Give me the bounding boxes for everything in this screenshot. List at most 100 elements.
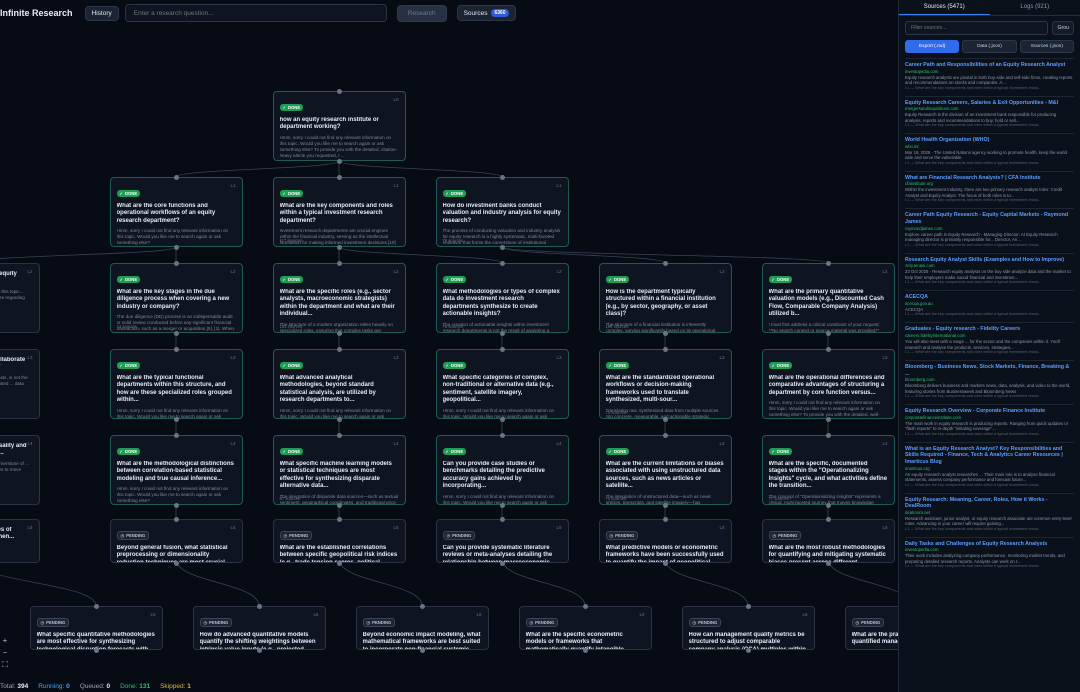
node-handle[interactable] bbox=[173, 416, 179, 422]
node-handle[interactable] bbox=[662, 346, 668, 352]
source-item[interactable]: Daily Tasks and Challenges of Equity Res… bbox=[905, 536, 1074, 574]
node-handle[interactable] bbox=[173, 432, 179, 438]
filter-sources-input[interactable] bbox=[905, 21, 1049, 35]
research-node[interactable]: ✓ DONE L1 What are the core functions and o… bbox=[109, 177, 243, 247]
node-handle[interactable] bbox=[745, 603, 751, 609]
research-node[interactable]: ◷ PENDING L5 What predictive models or econ… bbox=[598, 519, 732, 563]
node-handle[interactable] bbox=[173, 346, 179, 352]
source-item[interactable]: Equity Research Overview - Corporate Fin… bbox=[905, 404, 1074, 441]
node-handle[interactable] bbox=[336, 88, 342, 94]
group-select[interactable]: Grou bbox=[1052, 21, 1074, 35]
node-handle[interactable] bbox=[499, 330, 505, 336]
research-node[interactable]: ✓ DONE L0 how an equity research institute … bbox=[272, 91, 406, 161]
node-handle[interactable] bbox=[173, 560, 179, 566]
node-handle[interactable] bbox=[173, 260, 179, 266]
node-handle[interactable] bbox=[499, 244, 505, 250]
node-handle[interactable] bbox=[662, 560, 668, 566]
research-node[interactable]: ◷PENDINGL6What are the prac necessary as… bbox=[844, 606, 898, 650]
node-handle[interactable] bbox=[173, 174, 179, 180]
source-title-link[interactable]: Equity Research: Meaning, Career, Roles,… bbox=[905, 497, 1074, 510]
source-item[interactable]: What are Financial Research Analysts? | … bbox=[905, 170, 1074, 208]
sources-button[interactable]: Sources 6360 bbox=[456, 5, 516, 21]
graph-canvas[interactable]: ✓ DONE L0 how an equity research institute … bbox=[0, 26, 898, 666]
source-item[interactable]: Equity Research Careers, Salaries & Exit… bbox=[905, 95, 1074, 133]
node-handle[interactable] bbox=[662, 330, 668, 336]
history-button[interactable]: History bbox=[84, 5, 119, 21]
node-handle[interactable] bbox=[336, 174, 342, 180]
research-node[interactable]: ✓ DONE L4 Can you provide case studies or b… bbox=[435, 435, 569, 505]
node-handle[interactable] bbox=[825, 432, 831, 438]
research-node[interactable]: ◷ PENDING L6 What specific quantitative met… bbox=[29, 606, 163, 650]
node-handle[interactable] bbox=[825, 560, 831, 566]
research-node[interactable]: ◷ PENDING L5 Can you provide systematic lit… bbox=[435, 519, 569, 563]
node-handle[interactable] bbox=[93, 647, 99, 653]
research-node[interactable]: ✓ DONE L3 What are the operational differen… bbox=[761, 349, 895, 419]
node-handle[interactable] bbox=[336, 516, 342, 522]
source-item[interactable]: Equity Research: Meaning, Career, Roles,… bbox=[905, 492, 1074, 536]
node-handle[interactable] bbox=[499, 346, 505, 352]
source-item[interactable]: Research Equity Analyst Skills (Examples… bbox=[905, 252, 1074, 290]
node-handle[interactable] bbox=[825, 516, 831, 522]
research-node[interactable]: ◷ PENDING L6 How can management quality met… bbox=[681, 606, 815, 650]
research-node[interactable]: ✓ DONE L2 How is the department typically s… bbox=[598, 263, 732, 333]
node-handle[interactable] bbox=[825, 502, 831, 508]
research-node[interactable]: ✓ DONE L2 What are the specific roles (e.g.… bbox=[272, 263, 406, 333]
source-item[interactable]: Career Path and Responsibilities of an E… bbox=[905, 58, 1074, 95]
node-handle[interactable] bbox=[662, 502, 668, 508]
source-item[interactable]: Career Path Equity Research - Equity Cap… bbox=[905, 208, 1074, 251]
research-node[interactable]: ✓ DONE L3 What are the standardized operati… bbox=[598, 349, 732, 419]
node-handle[interactable] bbox=[419, 647, 425, 653]
node-handle[interactable] bbox=[499, 502, 505, 508]
source-title-link[interactable]: Graduates - Equity research - Fidelity C… bbox=[905, 326, 1074, 333]
research-node[interactable]: ✓ DONE L2 What are the primary quantitative… bbox=[761, 263, 895, 333]
research-node[interactable]: ✓ DONE L4 What specific machine learning mo… bbox=[272, 435, 406, 505]
source-title-link[interactable]: Research Equity Analyst Skills (Examples… bbox=[905, 257, 1074, 264]
source-title-link[interactable]: ACECQA bbox=[905, 294, 1074, 301]
node-handle[interactable] bbox=[173, 516, 179, 522]
node-handle[interactable] bbox=[336, 244, 342, 250]
source-item[interactable]: World Health Organization (WHO) who.int Ma… bbox=[905, 133, 1074, 170]
node-handle[interactable] bbox=[662, 432, 668, 438]
research-node[interactable]: ✓ DONE L3 What advanced analytical methodol… bbox=[272, 349, 406, 419]
tab-sources[interactable]: Sources (5471) bbox=[899, 0, 990, 15]
research-node[interactable]: ✓ DONE L4 What are the current limitations … bbox=[598, 435, 732, 505]
source-title-link[interactable]: Daily Tasks and Challenges of Equity Res… bbox=[905, 541, 1074, 548]
node-handle[interactable] bbox=[825, 416, 831, 422]
node-handle[interactable] bbox=[336, 346, 342, 352]
data-json-button[interactable]: Data (.json) bbox=[962, 40, 1017, 53]
node-handle[interactable] bbox=[499, 432, 505, 438]
source-title-link[interactable]: Career Path Equity Research - Equity Cap… bbox=[905, 212, 1074, 225]
research-node[interactable]: ◷ PENDING L5 What are the most robust metho… bbox=[761, 519, 895, 563]
node-handle[interactable] bbox=[256, 647, 262, 653]
node-handle[interactable] bbox=[419, 603, 425, 609]
node-handle[interactable] bbox=[499, 560, 505, 566]
tab-logs[interactable]: Logs (921) bbox=[990, 0, 1080, 15]
node-handle[interactable] bbox=[745, 647, 751, 653]
node-handle[interactable] bbox=[825, 346, 831, 352]
node-handle[interactable] bbox=[499, 516, 505, 522]
source-title-link[interactable]: What is an Equity Research Analyst? Key … bbox=[905, 446, 1074, 466]
research-node[interactable]: L4ned time-series methods, Causality and… bbox=[0, 435, 40, 505]
node-handle[interactable] bbox=[336, 502, 342, 508]
source-title-link[interactable]: Equity Research Overview - Corporate Fin… bbox=[905, 408, 1074, 415]
fit-view-icon[interactable]: ⛶ bbox=[0, 660, 10, 670]
research-node[interactable]: L2ational workflows of buy-side equity r… bbox=[0, 263, 40, 333]
source-item[interactable]: Graduates - Equity research - Fidelity C… bbox=[905, 322, 1074, 359]
node-handle[interactable] bbox=[825, 260, 831, 266]
research-node[interactable]: ✓ DONE L4 What are the specific, documented… bbox=[761, 435, 895, 505]
node-handle[interactable] bbox=[662, 260, 668, 266]
node-handle[interactable] bbox=[582, 647, 588, 653]
source-item[interactable]: Bloomberg - Business News, Stock Markets… bbox=[905, 359, 1074, 403]
research-node[interactable]: ✓ DONE L1 What are the key components and r… bbox=[272, 177, 406, 247]
research-node[interactable]: ◷ PENDING L6 What are the specific economet… bbox=[518, 606, 652, 650]
source-title-link[interactable]: Career Path and Responsibilities of an E… bbox=[905, 62, 1074, 69]
node-handle[interactable] bbox=[173, 244, 179, 250]
research-node[interactable]: ✓ DONE L2 What methodologies or types of co… bbox=[435, 263, 569, 333]
node-handle[interactable] bbox=[256, 603, 262, 609]
node-handle[interactable] bbox=[336, 330, 342, 336]
research-node[interactable]: ◷ PENDING L6 Beyond economic impact modelin… bbox=[355, 606, 489, 650]
research-node[interactable]: ◷ PENDING L5 What are the established corre… bbox=[272, 519, 406, 563]
research-node[interactable]: ✓ DONE L1 How do investment banks conduct v… bbox=[435, 177, 569, 247]
research-button[interactable]: Research bbox=[396, 4, 447, 22]
research-node[interactable]: ◷ PENDING L5 Beyond general fusion, what st… bbox=[109, 519, 243, 563]
